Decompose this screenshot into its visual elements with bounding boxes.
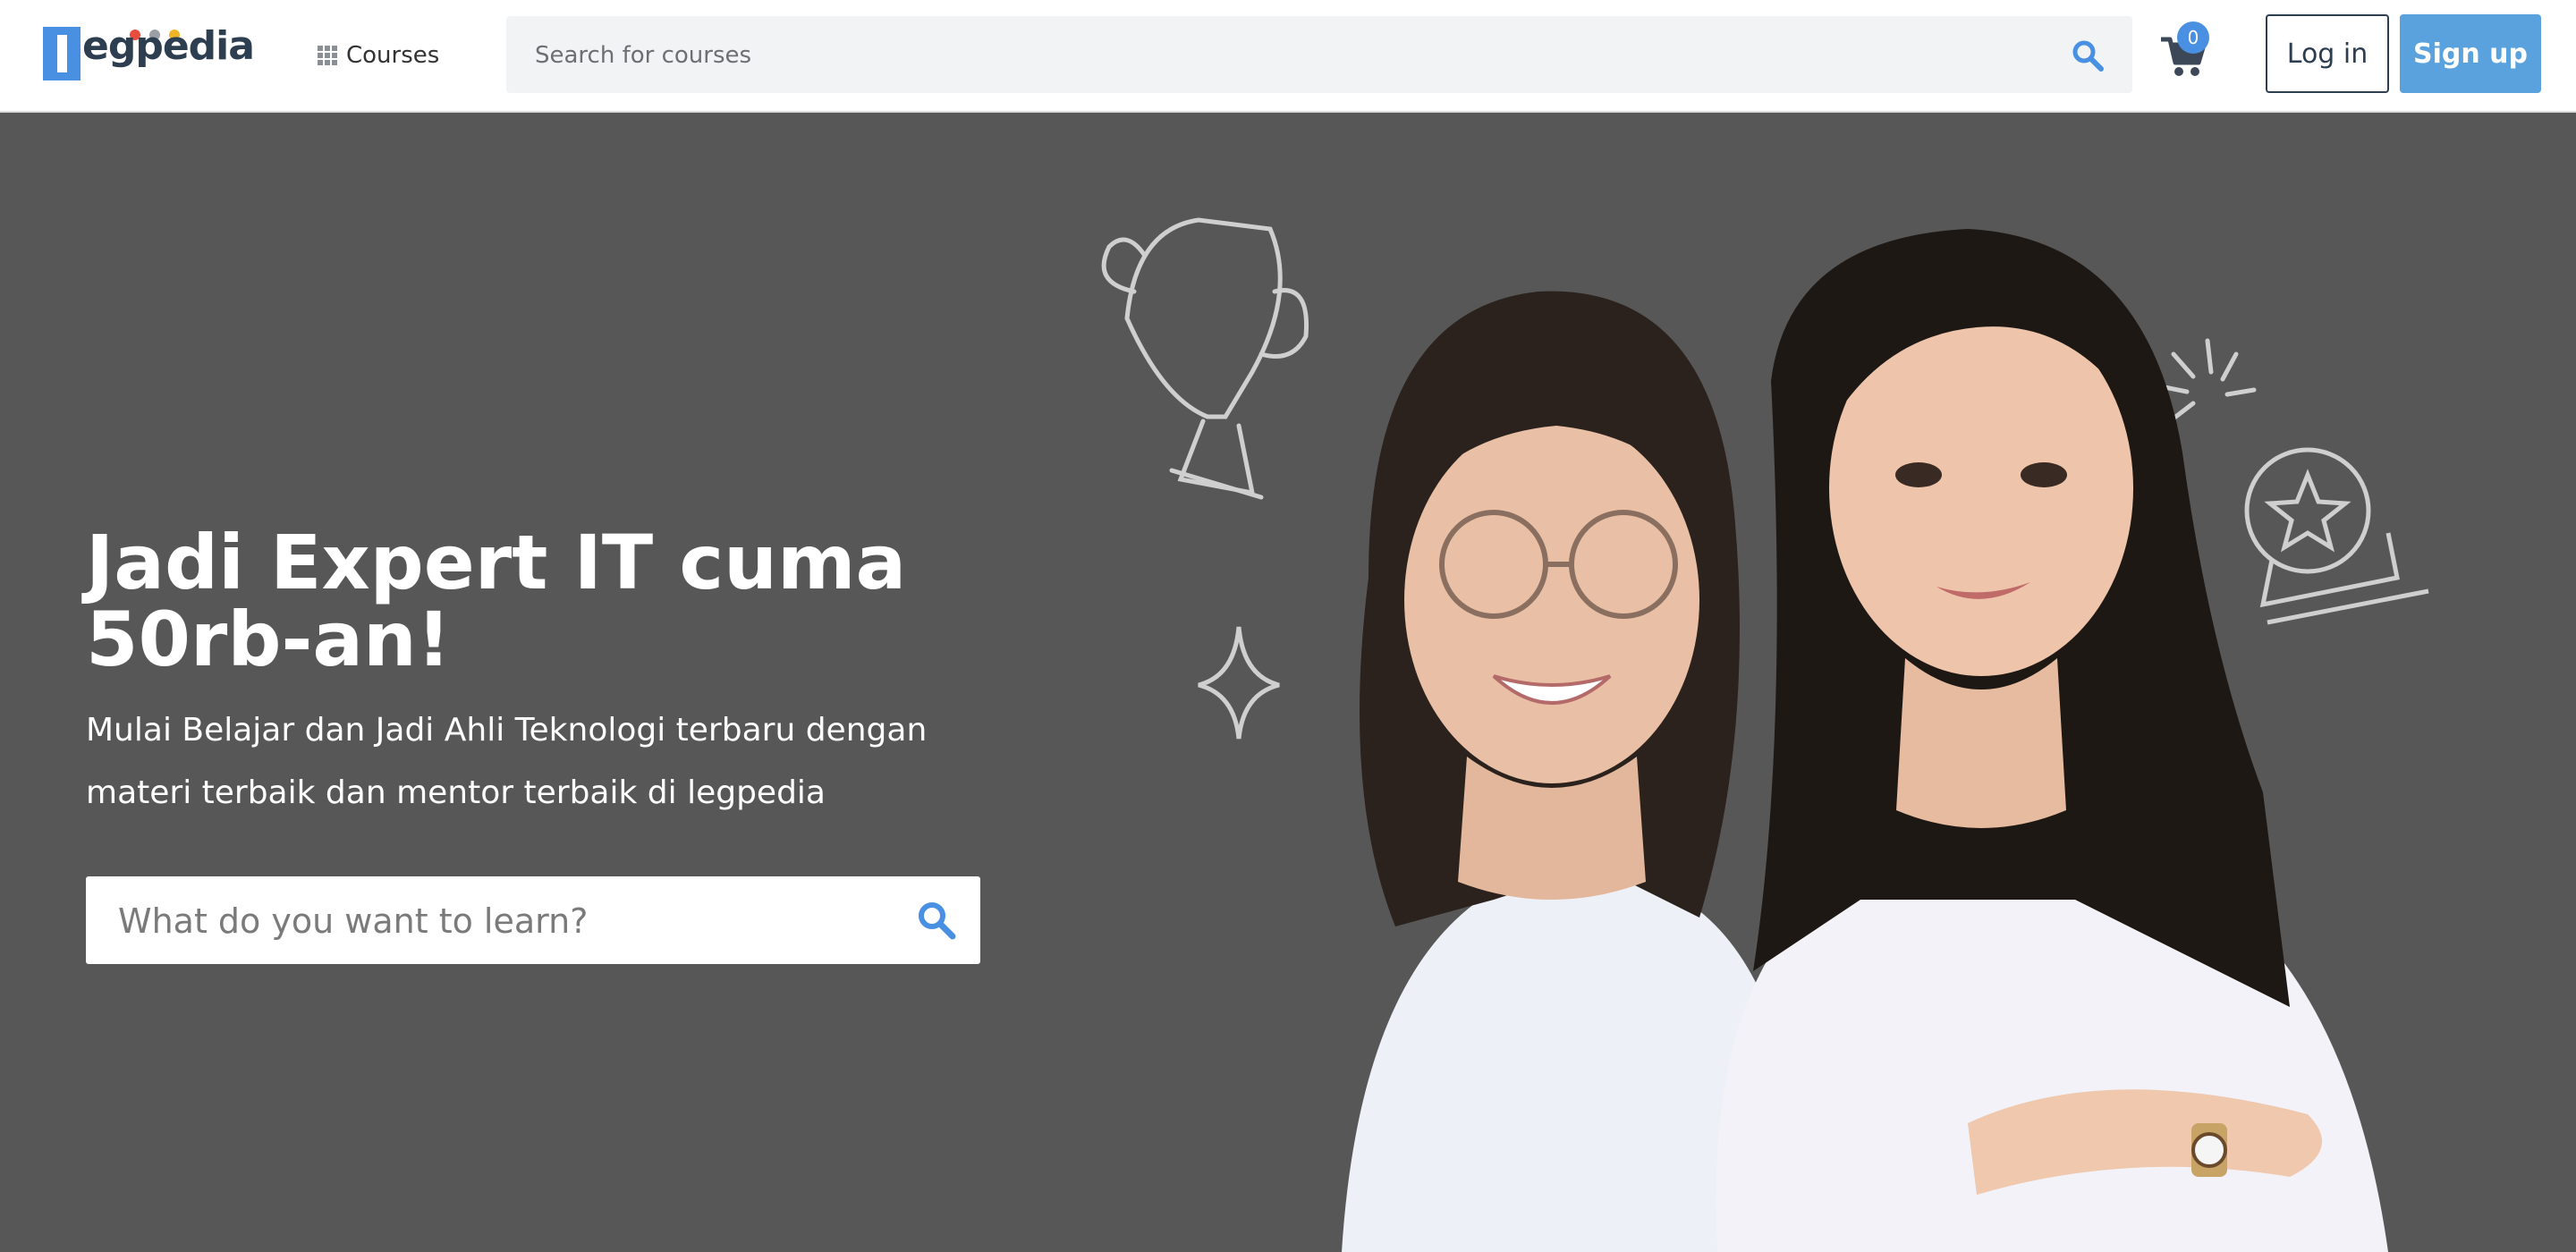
logo-text: egpedia xyxy=(82,23,255,69)
person-right-photo xyxy=(1716,229,2388,1252)
hero-title: Jadi Expert IT cuma 50rb-an! xyxy=(86,519,907,683)
header-search-bar xyxy=(506,16,2132,95)
hero-search-input[interactable] xyxy=(116,876,889,966)
star-medal-icon xyxy=(2244,447,2429,625)
hero-illustration xyxy=(1101,217,2429,1252)
sparkle-icon xyxy=(1198,626,1280,740)
hero-search-bar xyxy=(86,876,980,966)
search-icon[interactable] xyxy=(916,900,957,941)
trophy-icon xyxy=(1101,217,1309,500)
header-search-input[interactable] xyxy=(533,16,2057,95)
logo[interactable]: egpedia xyxy=(43,21,255,86)
hero-subtitle: Mulai Belajar dan Jadi Ahli Teknologi te… xyxy=(86,712,928,811)
login-button[interactable]: Log in xyxy=(2266,14,2389,93)
courses-label: Courses xyxy=(346,42,440,69)
search-icon[interactable] xyxy=(2070,38,2106,73)
logo-mark xyxy=(43,27,80,80)
navbar: egpedia Courses 0 Log in Sign up xyxy=(0,0,2576,113)
signup-button[interactable]: Sign up xyxy=(2400,14,2541,93)
hero-section: Jadi Expert IT cuma 50rb-an! Mulai Belaj… xyxy=(0,113,2576,1252)
cart-count-badge: 0 xyxy=(2177,21,2209,54)
grid-icon xyxy=(318,46,337,65)
courses-menu[interactable]: Courses xyxy=(318,36,439,75)
